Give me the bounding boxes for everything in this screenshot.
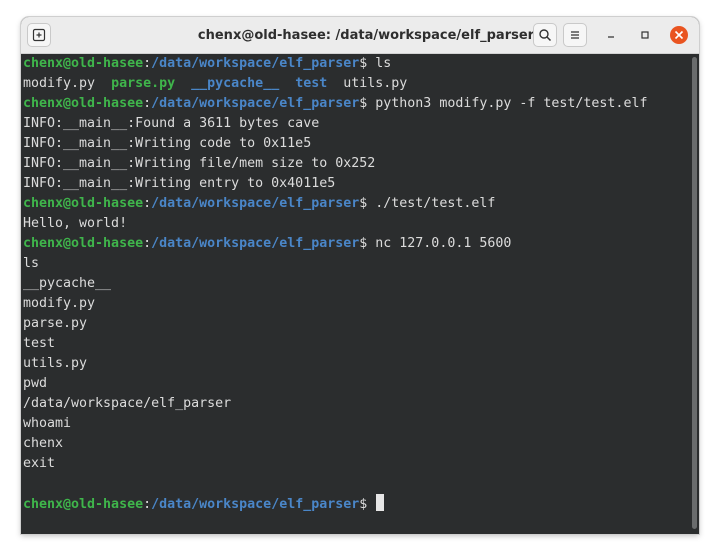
directory-entry: __pycache__	[191, 76, 280, 91]
prompt-colon: :	[143, 236, 152, 251]
text-cursor	[376, 494, 385, 511]
info-line: INFO:__main__:Writing file/mem size to 0…	[23, 156, 376, 171]
session-line: parse.py	[23, 316, 88, 331]
file-entry: parse.py	[111, 76, 176, 91]
ls-output-line: modify.py parse.py __pycache__ test util…	[23, 74, 407, 94]
prompt-path: /data/workspace/elf_parser	[151, 56, 360, 71]
session-line: whoami	[23, 416, 72, 431]
prompt-path: /data/workspace/elf_parser	[151, 236, 360, 251]
title-bar: chenx@old-hasee: /data/workspace/elf_par…	[21, 17, 699, 54]
hamburger-menu-icon	[571, 31, 579, 39]
prompt-path: /data/workspace/elf_parser	[151, 196, 360, 211]
session-line: test	[23, 336, 56, 351]
prompt-colon: :	[143, 96, 152, 111]
program-output-line: Hello, world!	[23, 216, 128, 231]
search-icon	[539, 29, 552, 42]
prompt-user: chenx@old-hasee	[23, 196, 144, 211]
prompt-line: chenx@old-hasee:/data/workspace/elf_pars…	[23, 194, 495, 214]
prompt-path: /data/workspace/elf_parser	[151, 497, 360, 512]
prompt-colon: :	[143, 56, 152, 71]
terminal-window: chenx@old-hasee: /data/workspace/elf_par…	[21, 17, 699, 534]
new-tab-button[interactable]	[27, 23, 51, 47]
file-entry: utils.py	[343, 76, 408, 91]
prompt-user: chenx@old-hasee	[23, 96, 144, 111]
menu-button[interactable]	[563, 23, 587, 47]
info-line: INFO:__main__:Found a 3611 bytes cave	[23, 116, 320, 131]
prompt-symbol: $	[359, 497, 368, 512]
close-button[interactable]	[669, 25, 689, 45]
session-line: ls	[23, 256, 40, 271]
session-line: /data/workspace/elf_parser	[23, 396, 232, 411]
file-entry: modify.py	[23, 76, 96, 91]
directory-entry: test	[295, 76, 328, 91]
session-line: exit	[23, 456, 56, 471]
minimize-icon	[608, 36, 614, 38]
prompt-line: chenx@old-hasee:/data/workspace/elf_pars…	[23, 54, 391, 74]
search-button[interactable]	[533, 23, 557, 47]
prompt-colon: :	[143, 196, 152, 211]
prompt-line: chenx@old-hasee:/data/workspace/elf_pars…	[23, 94, 647, 114]
info-line: INFO:__main__:Writing entry to 0x4011e5	[23, 176, 336, 191]
command-text: python3 modify.py -f test/test.elf	[367, 96, 648, 111]
command-text: nc 127.0.0.1 5600	[367, 236, 512, 251]
session-line: pwd	[23, 376, 48, 391]
prompt-colon: :	[143, 497, 152, 512]
maximize-button[interactable]	[635, 25, 655, 45]
info-line: INFO:__main__:Writing code to 0x11e5	[23, 136, 312, 151]
scrollbar[interactable]	[692, 57, 697, 529]
command-text: ls	[367, 56, 392, 71]
prompt-path: /data/workspace/elf_parser	[151, 96, 360, 111]
terminal-output[interactable]: chenx@old-hasee:/data/workspace/elf_pars…	[21, 54, 687, 534]
minimize-button[interactable]	[601, 25, 621, 45]
session-line: modify.py	[23, 296, 96, 311]
prompt-line: chenx@old-hasee:/data/workspace/elf_pars…	[23, 494, 385, 514]
prompt-user: chenx@old-hasee	[23, 56, 144, 71]
maximize-icon	[641, 31, 649, 39]
session-line: chenx	[23, 436, 64, 451]
prompt-user: chenx@old-hasee	[23, 236, 144, 251]
prompt-user: chenx@old-hasee	[23, 497, 144, 512]
session-line: utils.py	[23, 356, 88, 371]
prompt-line: chenx@old-hasee:/data/workspace/elf_pars…	[23, 234, 511, 254]
command-text: ./test/test.elf	[367, 196, 496, 211]
session-line: __pycache__	[23, 276, 112, 291]
window-title: chenx@old-hasee: /data/workspace/elf_par…	[197, 28, 535, 43]
close-icon	[670, 26, 688, 44]
new-tab-icon	[32, 28, 46, 42]
